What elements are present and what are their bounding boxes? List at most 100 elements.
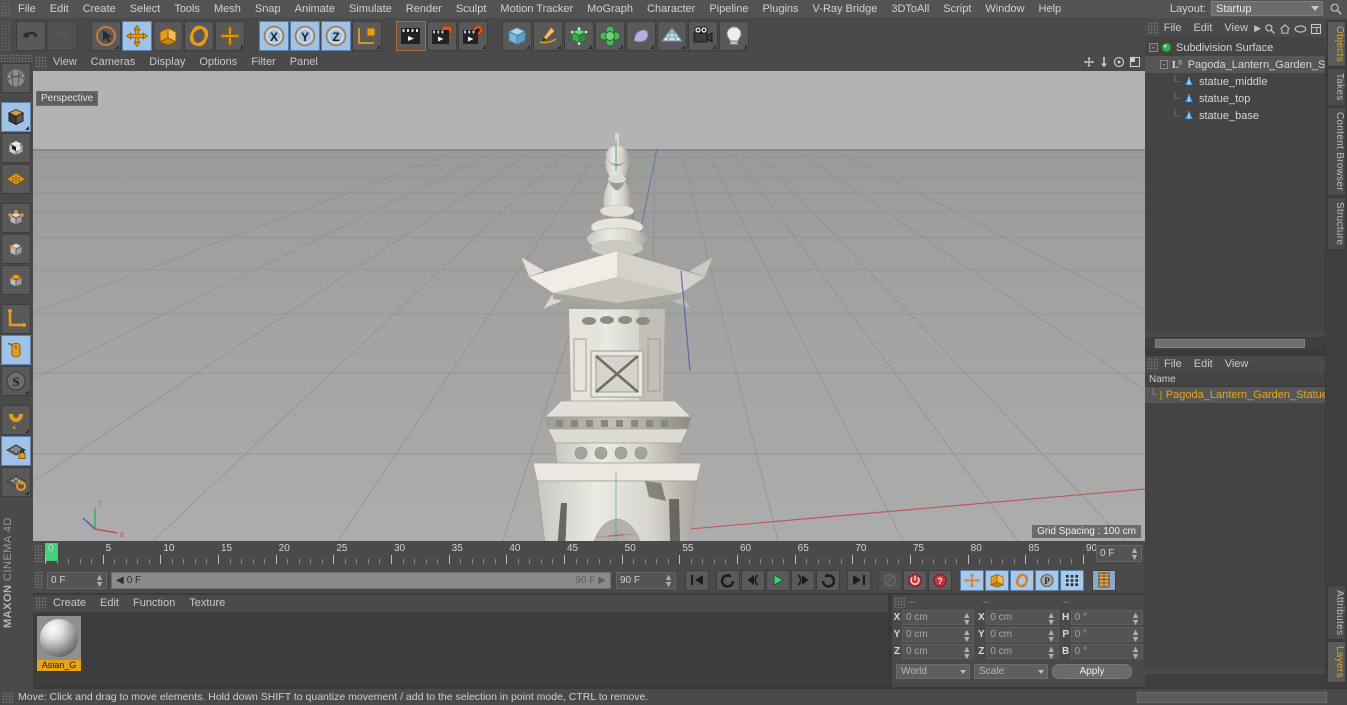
add-environment-button[interactable] — [657, 21, 687, 51]
spinner-icon[interactable]: ▲ ▼ — [1047, 628, 1056, 644]
rotation-key-button[interactable] — [1010, 569, 1034, 591]
param-key-button[interactable]: P — [1035, 569, 1059, 591]
menu-item-file[interactable]: File — [1158, 20, 1188, 37]
menu-item-options[interactable]: Options — [192, 54, 244, 71]
current-frame-field[interactable]: 0 F ▲ ▼ — [47, 571, 107, 589]
menu-item-window[interactable]: Window — [978, 0, 1031, 18]
menu-grip[interactable] — [1, 2, 11, 16]
menu-item-create[interactable]: Create — [46, 595, 93, 612]
spinner-icon[interactable]: ▲ ▼ — [962, 628, 971, 644]
render-view-button[interactable] — [396, 21, 426, 51]
go-to-end-button[interactable] — [847, 569, 871, 591]
tree-expander-toggle[interactable]: - — [1160, 60, 1168, 69]
menu-item-render[interactable]: Render — [399, 0, 449, 18]
menu-item-texture[interactable]: Texture — [182, 595, 232, 612]
spinner-icon[interactable]: ▲ ▼ — [1131, 611, 1140, 627]
menu-item-pipeline[interactable]: Pipeline — [702, 0, 755, 18]
side-tab-objects[interactable]: Objects — [1327, 21, 1346, 68]
object-tree-row[interactable]: └ statue_base — [1145, 107, 1325, 124]
autokeying-button[interactable] — [903, 569, 927, 591]
side-tab-takes[interactable]: Takes — [1327, 68, 1346, 106]
add-array-button[interactable] — [595, 21, 625, 51]
menu-item-motion-tracker[interactable]: Motion Tracker — [493, 0, 580, 18]
layers-icon[interactable] — [1310, 23, 1322, 35]
rotate-tool-button[interactable] — [184, 21, 214, 51]
menu-item-mesh[interactable]: Mesh — [207, 0, 248, 18]
magnet-tool-button[interactable] — [1, 405, 31, 435]
viewport-grip[interactable] — [35, 56, 46, 69]
add-cube-button[interactable] — [502, 21, 532, 51]
menu-item-function[interactable]: Function — [126, 595, 182, 612]
play-backwards-button[interactable] — [716, 569, 740, 591]
keyframe-selection-button[interactable]: ? — [928, 569, 952, 591]
spinner-icon[interactable]: ▲ ▼ — [1047, 645, 1056, 661]
apply-button[interactable]: Apply — [1052, 664, 1132, 679]
coordinate-system-select[interactable]: World — [896, 664, 970, 679]
texture-mode-button[interactable] — [1, 133, 31, 163]
zoom-icon[interactable] — [1099, 56, 1109, 68]
layer-color-swatch[interactable] — [1159, 390, 1162, 400]
position-y-input[interactable]: 0 cm ▲ ▼ — [902, 627, 975, 644]
menu-item-edit[interactable]: Edit — [1188, 356, 1219, 373]
menu-item-display[interactable]: Display — [142, 54, 192, 71]
coordinate-mode-select[interactable]: Scale — [974, 664, 1048, 679]
preview-range-bar[interactable]: ◀ 0 F 90 F ▶ — [111, 571, 611, 589]
timeline-track[interactable]: 0 5 10 15 20 25 30 35 40 45 50 55 60 65 70 75 80 85 90 — [45, 541, 1097, 567]
side-tab-structure[interactable]: Structure — [1327, 196, 1346, 250]
spinner-icon[interactable]: ▲ ▼ — [95, 572, 104, 588]
move-tool-button[interactable] — [122, 21, 152, 51]
toolbar-grip[interactable] — [1, 21, 11, 51]
object-tree-row[interactable]: └ statue_top — [1145, 90, 1325, 107]
left-toolbar-grip[interactable] — [0, 54, 33, 62]
enable-axis-button[interactable] — [1, 335, 31, 365]
add-spline-button[interactable] — [533, 21, 563, 51]
layer-list[interactable]: Name └ Pagoda_Lantern_Garden_Statue_V — [1145, 373, 1325, 669]
position-key-button[interactable] — [960, 569, 984, 591]
pan-icon[interactable] — [1083, 56, 1095, 68]
eye-icon[interactable] — [1294, 24, 1307, 34]
timeline-view-button[interactable] — [1092, 569, 1116, 591]
spinner-icon[interactable]: ▲ ▼ — [1130, 546, 1139, 562]
side-tab-attributes[interactable]: Attributes — [1327, 584, 1346, 641]
menu-item-v-ray-bridge[interactable]: V-Ray Bridge — [806, 0, 885, 18]
transform-tool-button[interactable] — [215, 21, 245, 51]
orbit-icon[interactable] — [1113, 56, 1125, 68]
material-list[interactable]: Asian_G — [33, 612, 888, 687]
model-mode-button[interactable] — [1, 102, 31, 132]
lock-workplane-button[interactable] — [1, 436, 31, 466]
scale-tool-button[interactable] — [153, 21, 183, 51]
object-tree-row[interactable]: - Subdivision Surface — [1145, 39, 1325, 56]
coordinates-grip[interactable] — [894, 596, 905, 608]
rotation-p-input[interactable]: 0 ° ▲ ▼ — [1070, 627, 1143, 644]
size-y-input[interactable]: 0 cm ▲ ▼ — [986, 627, 1059, 644]
undo-button[interactable] — [16, 21, 46, 51]
tree-expander-toggle[interactable]: - — [1149, 43, 1158, 52]
add-deformer-button[interactable] — [626, 21, 656, 51]
menu-item-help[interactable]: Help — [1032, 0, 1069, 18]
z-axis-lock-button[interactable]: Z — [321, 21, 351, 51]
layout-dropdown[interactable]: Startup — [1211, 1, 1323, 16]
spinner-icon[interactable]: ▲ ▼ — [1131, 628, 1140, 644]
object-tree[interactable]: - Subdivision Surface - L 0 Pagoda_Lantern_Ga… — [1145, 37, 1325, 332]
menu-item-file[interactable]: File — [1158, 356, 1188, 373]
home-icon[interactable] — [1279, 23, 1291, 35]
play-forward-loop-button[interactable] — [816, 569, 840, 591]
chevron-right-icon[interactable]: ▶ — [1254, 23, 1261, 34]
live-selection-button[interactable] — [91, 21, 121, 51]
status-bar-grip[interactable] — [2, 691, 13, 703]
workplane-mode-button[interactable] — [1, 164, 31, 194]
render-region-button[interactable] — [427, 21, 457, 51]
spinner-icon[interactable]: ▲ ▼ — [664, 572, 673, 588]
search-icon[interactable] — [1329, 2, 1343, 16]
rotation-b-input[interactable]: 0 ° ▲ ▼ — [1070, 644, 1143, 661]
menu-item-mograph[interactable]: MoGraph — [580, 0, 640, 18]
x-axis-lock-button[interactable]: X — [259, 21, 289, 51]
record-active-objects-button[interactable] — [878, 569, 902, 591]
layer-row[interactable]: └ Pagoda_Lantern_Garden_Statue_V — [1145, 387, 1325, 403]
menu-item-create[interactable]: Create — [76, 0, 123, 18]
spinner-icon[interactable]: ▲ ▼ — [962, 645, 971, 661]
redo-button[interactable] — [47, 21, 77, 51]
rotation-h-input[interactable]: 0 ° ▲ ▼ — [1070, 610, 1143, 627]
polygons-mode-button[interactable] — [1, 265, 31, 295]
timeline-ruler[interactable]: 0 5 10 15 20 25 30 35 40 45 50 55 60 65 70 75 80 85 90 0 F… — [33, 541, 1145, 567]
